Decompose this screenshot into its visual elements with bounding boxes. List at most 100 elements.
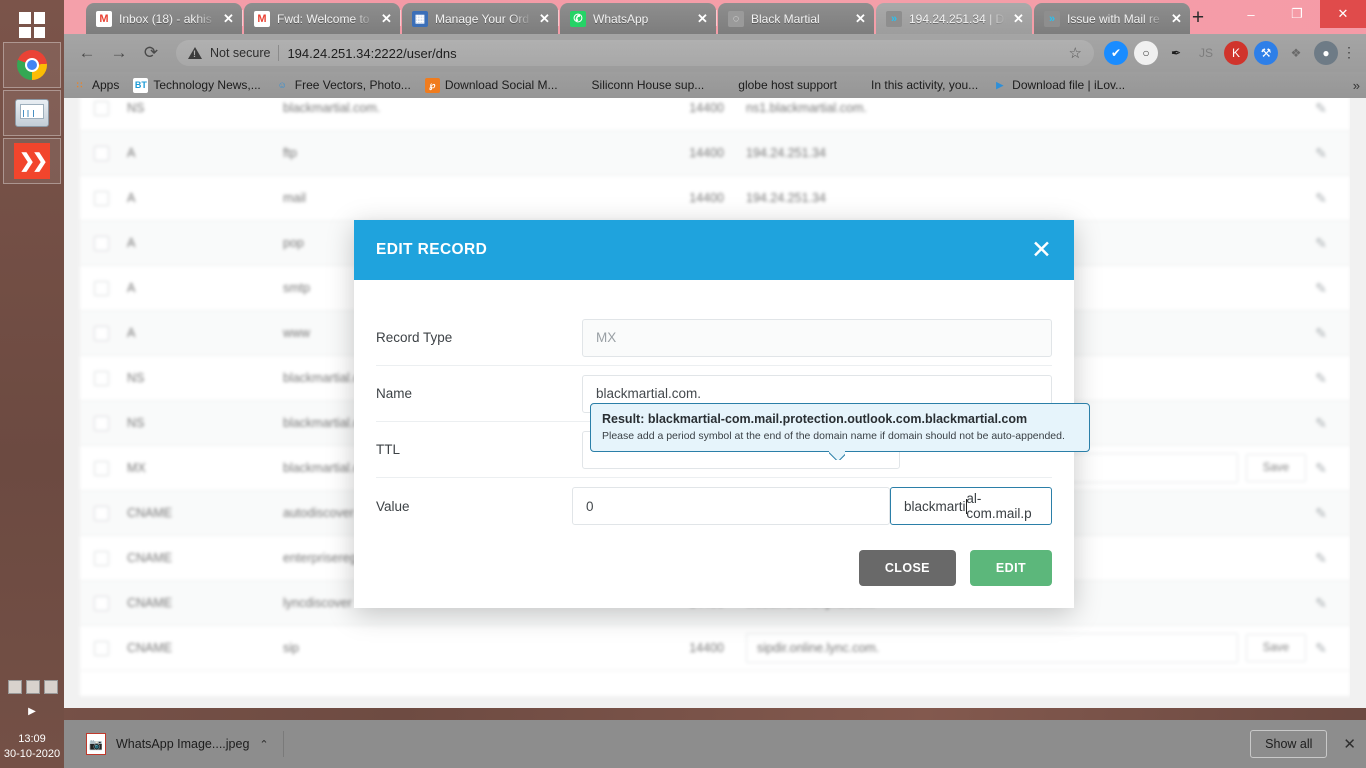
tab-title: 194.24.251.34 | DN [909,11,1006,26]
wrench-extension-icon[interactable]: ⚒ [1254,41,1278,65]
priority-input[interactable]: 0 [572,487,890,525]
tab-separator [400,10,401,26]
bookmark-item[interactable]: BT Technology News,... [133,77,261,93]
browser-tab[interactable]: » Issue with Mail re ✕ [1034,3,1190,34]
anydesk-icon: ❯❯ [14,143,50,179]
clock-time: 13:09 [18,733,46,745]
tab-close-icon[interactable]: ✕ [381,12,392,25]
tab-favicon-icon: ◌ [728,10,744,27]
modal-footer: CLOSE EDIT [354,534,1074,608]
tab-title: Inbox (18) - akhis [119,11,212,26]
browser-tab[interactable]: M Inbox (18) - akhis ✕ [86,3,242,34]
bookmark-item[interactable]: ◌ In this activity, you... [851,78,978,93]
bookmark-favicon-icon: BT [133,77,149,93]
bookmarks-overflow-icon[interactable]: » [1353,78,1360,93]
close-button[interactable]: CLOSE [858,550,956,586]
tab-close-icon[interactable]: ✕ [855,12,866,25]
bookmark-item[interactable]: ∷ Apps [72,78,120,93]
tooltip-arrow [829,451,845,460]
extension-icons: ✔ ○ ✒ JS K ⚒ ❖ ● [1104,41,1338,65]
bookmark-item[interactable]: ◌ globe host support [718,78,837,93]
browser-tab[interactable]: M Fwd: Welcome to ✕ [244,3,400,34]
downloads-actions: Show all ✕ [1250,730,1356,758]
bookmark-favicon-icon: ▶ [996,79,1004,90]
tab-close-icon[interactable]: ✕ [1171,12,1182,25]
tab-title: Black Martial [751,11,820,26]
field-row-ttl: TTL Result: blackmartial-com.mail.protec… [376,403,1090,478]
tooltip-hint-text: Please add a period symbol at the end of… [602,430,1065,442]
bookmark-item[interactable]: ◌ Siliconn House sup... [572,78,704,93]
tab-favicon-icon: » [1044,10,1060,27]
browser-toolbar: ← → ⟳ Not secure 194.24.251.34:2222/user… [64,34,1366,72]
monitor-app-taskbar-icon[interactable] [3,90,61,136]
modal-header: EDIT RECORD ✕ [354,220,1074,280]
bookmark-label: Download Social M... [444,78,558,92]
bookmark-item[interactable]: ☺ Free Vectors, Photo... [275,78,411,93]
tab-title: Issue with Mail re [1067,11,1160,26]
tab-separator [242,10,243,26]
modal-title: EDIT RECORD [376,241,488,258]
close-downloads-bar-icon[interactable]: ✕ [1343,735,1356,753]
show-all-button[interactable]: Show all [1250,730,1328,758]
tab-separator [716,10,717,26]
name-label: Name [376,386,413,401]
tab-close-icon[interactable]: ✕ [697,12,708,25]
profile-avatar[interactable]: ● [1314,41,1338,65]
bookmark-favicon-icon: ◌ [855,80,862,90]
bookmark-label: Technology News,... [153,78,261,92]
reload-button[interactable]: ⟳ [136,38,166,68]
pen-extension-icon[interactable]: ✒ [1164,41,1188,65]
tab-title: WhatsApp [593,11,649,26]
bookmark-favicon-icon: ∷ [76,79,83,90]
tray-expand-icon[interactable]: ▶ [0,706,64,717]
puzzle-extensions-icon[interactable]: ❖ [1284,41,1308,65]
forward-button[interactable]: → [104,38,134,68]
javascript-extension-icon[interactable]: JS [1194,41,1218,65]
bookmarks-bar: ∷ Apps BT Technology News,... ☺ Free Vectors,… [64,72,1366,98]
address-bar[interactable]: Not secure 194.24.251.34:2222/user/dns ☆ [176,40,1094,66]
bookmark-star-icon[interactable]: ☆ [1069,44,1082,62]
download-menu-caret-icon[interactable]: ⌃ [259,738,268,751]
minimize-button[interactable]: – [1228,0,1274,28]
chrome-menu-icon[interactable]: ⋮ [1340,45,1358,59]
result-tooltip: Result: blackmartial-com.mail.protection… [590,403,1090,452]
edit-record-modal: EDIT RECORD ✕ Record Type MX Name blackm… [354,220,1090,608]
edit-button[interactable]: EDIT [969,550,1052,586]
tab-favicon-icon: M [254,10,270,27]
tab-favicon-icon: » [886,10,902,27]
tab-favicon-icon: M [96,10,112,27]
browser-tab[interactable]: ◌ Black Martial ✕ [718,3,874,34]
bookmark-item[interactable]: ▶ Download file | iLov... [992,78,1125,93]
bookmark-item[interactable]: ℘ Download Social M... [424,77,558,93]
chrome-window: » Issue with Mail re ✕ » 194.24.251.34 | DN ✕… [64,0,1366,768]
bookmark-label: Free Vectors, Photo... [294,78,411,92]
browser-tab[interactable]: ▦ Manage Your Ord ✕ [402,3,558,34]
browser-tab[interactable]: ✆ WhatsApp ✕ [560,3,716,34]
back-button[interactable]: ← [72,38,102,68]
maximize-button[interactable]: ❐ [1274,0,1320,28]
windows-logo-icon [19,12,45,38]
close-window-button[interactable]: ✕ [1320,0,1366,28]
bookmark-label: globe host support [738,78,838,92]
tab-close-icon[interactable]: ✕ [1013,12,1024,25]
circle-extension-icon[interactable]: ○ [1134,41,1158,65]
windows-taskbar: ❯❯ ▶ 13:09 30-10-2020 [0,0,64,768]
kaspersky-extension-icon[interactable]: K [1224,41,1248,65]
taskbar-clock[interactable]: 13:09 30-10-2020 [0,732,64,762]
value-control: 0 blackmarti al-com.mail.p [572,487,1052,525]
download-item[interactable]: 📷 WhatsApp Image....jpeg ⌃ [74,728,283,760]
anydesk-taskbar-icon[interactable]: ❯❯ [3,138,61,184]
field-row-record-type: Record Type MX [376,310,1052,366]
checkmark-extension-icon[interactable]: ✔ [1104,41,1128,65]
value-input[interactable]: blackmarti al-com.mail.p [890,487,1052,525]
tab-close-icon[interactable]: ✕ [223,12,234,25]
desktop-shortcut-row [8,680,58,694]
bookmark-label: In this activity, you... [871,78,979,92]
browser-tab[interactable]: » 194.24.251.34 | DN ✕ [876,3,1032,34]
bookmark-favicon-icon: ☺ [277,80,287,90]
url-text: 194.24.251.34:2222/user/dns [287,45,457,61]
page-viewport: NS blackmartial.com. 14400 ns1.blackmartial… [64,98,1366,708]
chrome-taskbar-icon[interactable] [3,42,61,88]
close-icon[interactable]: ✕ [1031,237,1052,263]
tab-close-icon[interactable]: ✕ [539,12,550,25]
